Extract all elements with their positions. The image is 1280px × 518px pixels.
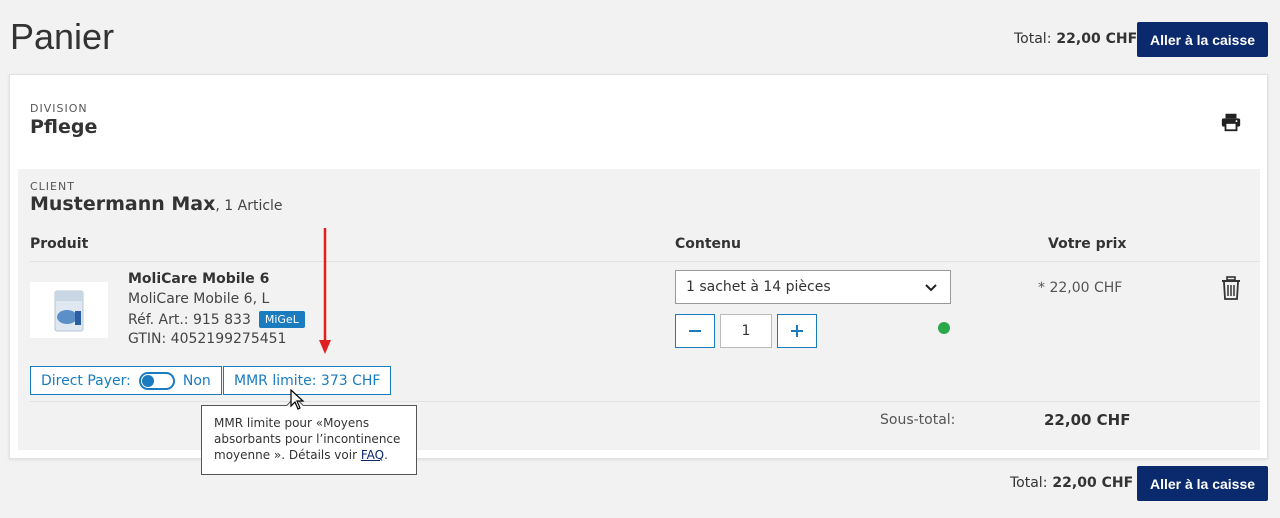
content-select-value: 1 sachet à 14 pièces (686, 279, 831, 295)
product-price: * 22,00 CHF (1038, 280, 1123, 296)
mmr-tooltip: MMR limite pour «Moyens absorbants pour … (201, 396, 417, 475)
header-divider (30, 261, 1260, 262)
subtotal-label: Sous-total: (880, 412, 956, 428)
subtotal-value: 22,00 CHF (1044, 411, 1131, 429)
product-ref-text: Réf. Art.: 915 833 (128, 311, 251, 328)
footer-total-label: Total: (1010, 475, 1048, 491)
mmr-limit-label: MMR limite: 373 CHF (234, 372, 381, 389)
direct-payer-label: Direct Payer: (41, 372, 131, 389)
client-label: CLIENT (30, 180, 75, 193)
header-total: Total: 22,00 CHF (1014, 31, 1137, 47)
header-checkout-button[interactable]: Aller à la caisse (1137, 22, 1268, 57)
migel-badge: MiGeL (258, 311, 305, 328)
direct-payer-state: Non (182, 372, 211, 389)
column-content: Contenu (675, 236, 741, 252)
client-name: Mustermann Max (30, 193, 216, 215)
stock-status-dot (938, 322, 950, 334)
red-arrow-annotation (319, 228, 331, 354)
mmr-limit-badge[interactable]: MMR limite: 373 CHF (223, 366, 392, 395)
column-price: Votre prix (1048, 236, 1127, 252)
article-count: , 1 Article (215, 198, 283, 214)
product-gtin: GTIN: 4052199275451 (128, 331, 287, 347)
cart-card: DIVISION Pflege CLIENT Mustermann Max , … (9, 74, 1268, 459)
subtotal-divider (30, 401, 1260, 402)
quantity-increase-button[interactable] (777, 314, 817, 348)
toggle-switch[interactable] (138, 371, 175, 390)
trash-icon[interactable] (1220, 276, 1242, 300)
product-variant: MoliCare Mobile 6, L (128, 291, 270, 307)
client-header: Mustermann Max , 1 Article (30, 193, 283, 215)
minus-icon (689, 330, 701, 332)
product-image[interactable] (30, 282, 108, 338)
division-label: DIVISION (30, 102, 88, 115)
quantity-input[interactable]: 1 (720, 314, 772, 348)
direct-payer-toggle[interactable]: Direct Payer: Non (30, 366, 222, 395)
header-total-value: 22,00 CHF (1056, 31, 1138, 47)
product-name[interactable]: MoliCare Mobile 6 (128, 271, 269, 287)
division-value: Pflege (30, 116, 98, 138)
plus-icon (791, 325, 803, 337)
header-total-label: Total: (1014, 31, 1052, 47)
chevron-down-icon (925, 284, 937, 292)
content-select[interactable]: 1 sachet à 14 pièces (675, 270, 951, 304)
product-ref: Réf. Art.: 915 833 MiGeL (128, 311, 305, 328)
mouse-cursor-icon (290, 389, 305, 410)
page-title: Panier (10, 16, 115, 57)
tooltip-end: . (384, 448, 388, 462)
faq-link[interactable]: FAQ (361, 448, 384, 462)
toggle-knob (141, 374, 154, 387)
footer-checkout-button[interactable]: Aller à la caisse (1137, 466, 1268, 501)
printer-icon[interactable] (1220, 111, 1242, 133)
column-product: Produit (30, 236, 89, 252)
footer-total-value: 22,00 CHF (1052, 475, 1134, 491)
footer-total: Total: 22,00 CHF (1010, 475, 1133, 491)
quantity-decrease-button[interactable] (675, 314, 715, 348)
